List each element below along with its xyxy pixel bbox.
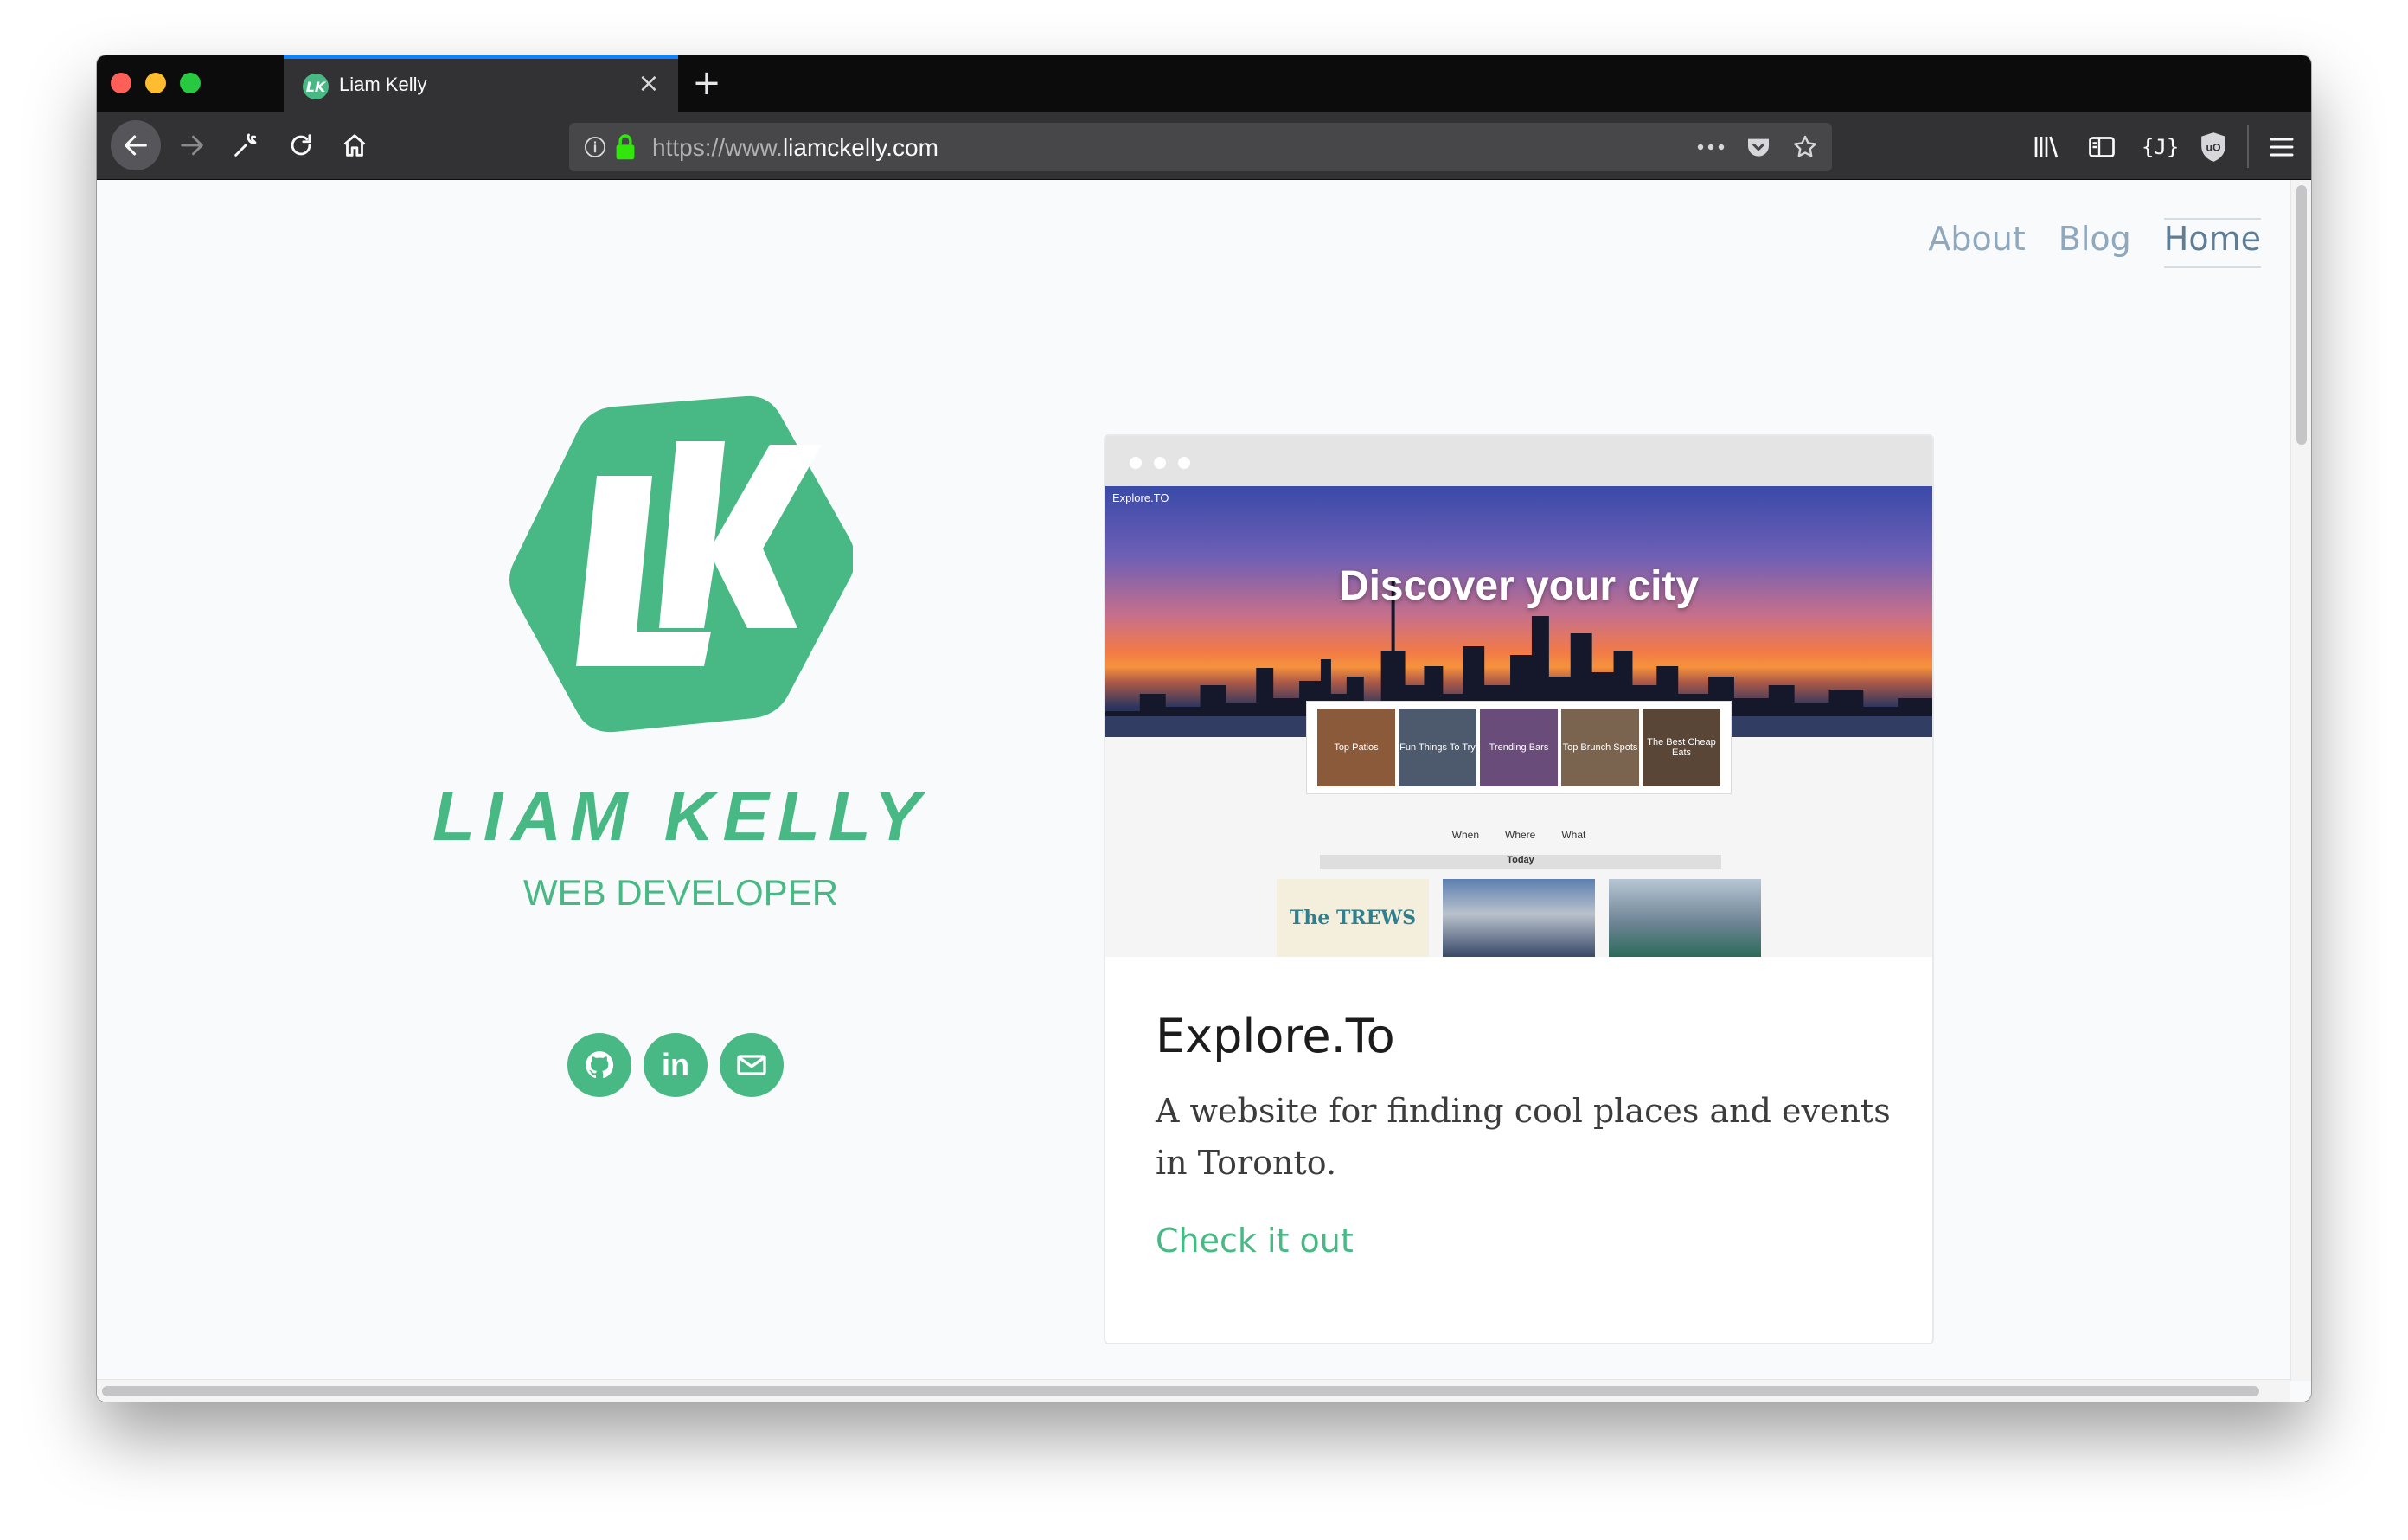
preview-category: The Best Cheap Eats [1643,709,1720,786]
project-description: A website for finding cool places and ev… [1156,1092,1891,1182]
vertical-scrollbar[interactable] [2290,180,2311,1381]
url-domain: liamckelly.com [782,134,938,161]
page-actions-icon[interactable] [1694,133,1728,161]
svg-text:uO: uO [2206,142,2221,154]
tab-title: Liam Kelly [339,74,427,95]
site-nav: About Blog Home [1928,218,2261,268]
new-tab-button[interactable]: + [687,63,727,103]
linkedin-icon: in [662,1047,689,1082]
horizontal-scroll-thumb[interactable] [102,1386,2259,1396]
home-button[interactable] [332,123,377,168]
page-content: About Blog Home LIAM KELLY WEB DEVELOPER… [97,180,2290,1379]
zoom-window-button[interactable] [180,73,201,93]
preview-window-chrome [1105,436,1932,486]
horizontal-scrollbar[interactable] [97,1379,2290,1402]
toolbar-divider [2247,125,2249,168]
github-icon [586,1051,614,1079]
lk-logo [509,395,853,733]
site-role: WEB DEVELOPER [522,872,839,913]
preview-brand: Explore.TO [1112,491,1169,504]
forward-arrow-icon [181,135,203,156]
bookmark-star-icon[interactable] [1790,133,1820,161]
home-icon [343,134,366,157]
ublock-shield-icon[interactable]: uO [2197,130,2230,164]
reload-button[interactable] [279,123,323,168]
email-link[interactable] [720,1033,784,1097]
forward-button[interactable] [170,123,215,168]
address-bar[interactable]: https://www.liamckelly.com [569,123,1832,171]
sidebar-icon[interactable] [2086,132,2117,163]
url-text[interactable]: https://www.liamckelly.com [652,134,938,162]
reload-icon [291,134,311,156]
preview-filter: When [1451,829,1479,841]
tab-strip: LK Liam Kelly × + [97,55,2311,112]
developer-tools-button[interactable] [223,123,268,168]
preview-filter: Where [1505,829,1536,841]
preview-headline: Discover your city [1338,563,1700,609]
site-name: LIAM KELLY [432,778,930,855]
preview-categories: Top Patios Fun Things To Try Trending Ba… [1306,701,1732,794]
preview-event-card [1609,879,1761,957]
preview-dot [1154,457,1166,469]
preview-filter: What [1561,829,1586,841]
site-info-icon[interactable] [583,135,607,159]
back-arrow-icon [125,135,147,156]
close-window-button[interactable] [111,73,131,93]
preview-hero-image: Explore.TO Discover your city [1105,486,1932,737]
project-card: Explore.TO Discover your city When Where… [1104,434,1934,1344]
vertical-scroll-thumb[interactable] [2296,185,2307,445]
preview-category: Trending Bars [1480,709,1558,786]
secure-lock-icon [616,134,635,160]
hamburger-menu-icon[interactable] [2266,132,2297,163]
nav-blog[interactable]: Blog [2059,218,2131,268]
preview-category: Top Patios [1317,709,1395,786]
preview-category: Fun Things To Try [1399,709,1476,786]
nav-home[interactable]: Home [2163,218,2261,268]
url-prefix: https://www. [652,134,783,161]
navigation-toolbar: https://www.liamckelly.com {J} uO [97,112,2311,180]
library-icon[interactable] [2031,132,2062,163]
linkedin-link[interactable]: in [644,1033,708,1097]
tab-liam-kelly[interactable]: LK Liam Kelly × [284,55,678,112]
email-icon [737,1055,766,1075]
preview-event-card: The TREWS [1277,879,1429,957]
preview-dot [1130,457,1142,469]
wrench-icon [234,133,257,157]
minimize-window-button[interactable] [145,73,166,93]
pocket-icon[interactable] [1744,133,1773,161]
social-links: in [567,1033,784,1097]
preview-today-bar: Today [1320,855,1721,869]
back-button[interactable] [111,120,161,170]
favicon-icon: LK [303,74,329,99]
nav-about[interactable]: About [1928,218,2025,268]
preview-event-card [1443,879,1595,957]
preview-filters: When Where What [1105,829,1932,841]
preview-dot [1178,457,1190,469]
project-title: Explore.To [1156,1009,1395,1063]
json-viewer-icon[interactable]: {J} [2142,130,2179,164]
check-it-out-link[interactable]: Check it out [1156,1222,1354,1260]
preview-category: Top Brunch Spots [1561,709,1639,786]
browser-window: LK Liam Kelly × + https://www.liamckelly… [97,55,2311,1402]
github-link[interactable] [567,1033,631,1097]
close-tab-icon[interactable]: × [635,70,663,98]
preview-events: The TREWS [1277,879,1761,957]
